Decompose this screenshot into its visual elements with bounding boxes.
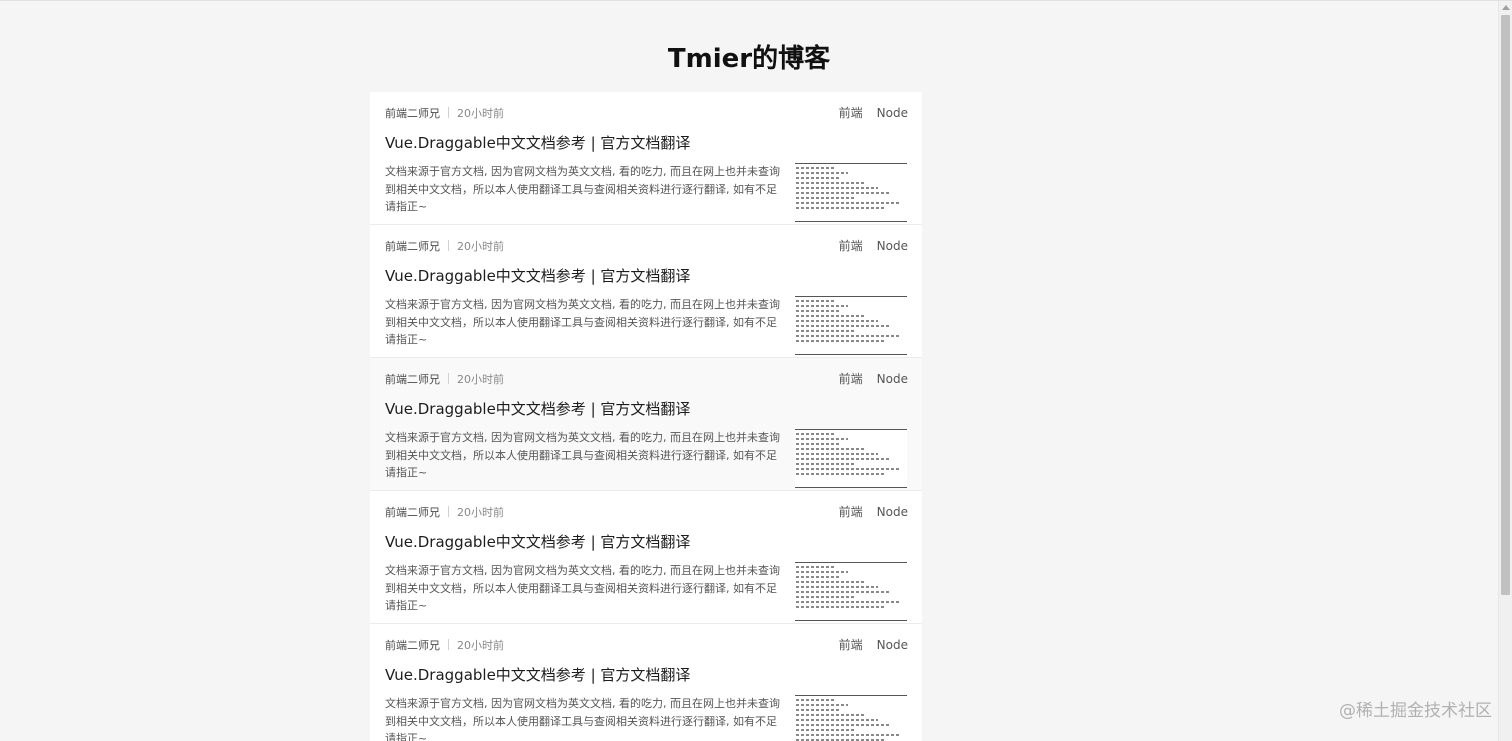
article-title[interactable]: Vue.Draggable中文文档参考 | 官方文档翻译: [385, 665, 690, 685]
article-item[interactable]: 前端二师兄 20小时前 前端 Node Vue.Draggable中文文档参考 | …: [370, 624, 922, 741]
article-author[interactable]: 前端二师兄: [385, 639, 440, 652]
article-time: 20小时前: [457, 107, 504, 120]
article-author[interactable]: 前端二师兄: [385, 506, 440, 519]
blog-title: Tmier的博客: [667, 44, 831, 74]
article-meta: 前端二师兄 20小时前: [385, 372, 504, 388]
scroll-up-arrow-icon[interactable]: [1502, 5, 1510, 10]
article-excerpt: 文档来源于官方文档, 因为官网文档为英文文档, 看的吃力, 而且在网上也并未查询…: [385, 564, 780, 612]
watermark: @稀土掘金技术社区: [1339, 701, 1492, 721]
meta-divider: [448, 373, 449, 384]
article-tags: 前端 Node: [825, 637, 908, 653]
meta-divider: [448, 240, 449, 251]
article-tag[interactable]: 前端: [839, 372, 863, 386]
meta-divider: [448, 506, 449, 517]
article-title[interactable]: Vue.Draggable中文文档参考 | 官方文档翻译: [385, 266, 690, 286]
article-tag[interactable]: 前端: [839, 106, 863, 120]
article-title[interactable]: Vue.Draggable中文文档参考 | 官方文档翻译: [385, 133, 690, 153]
article-excerpt: 文档来源于官方文档, 因为官网文档为英文文档, 看的吃力, 而且在网上也并未查询…: [385, 431, 780, 479]
article-list: 前端二师兄 20小时前 前端 Node Vue.Draggable中文文档参考 | …: [370, 92, 922, 741]
article-tag[interactable]: 前端: [839, 638, 863, 652]
article-excerpt: 文档来源于官方文档, 因为官网文档为英文文档, 看的吃力, 而且在网上也并未查询…: [385, 298, 780, 346]
article-tags: 前端 Node: [825, 238, 908, 254]
article-author[interactable]: 前端二师兄: [385, 373, 440, 386]
article-tag[interactable]: Node: [877, 505, 908, 519]
article-tag[interactable]: Node: [877, 638, 908, 652]
article-meta: 前端二师兄 20小时前: [385, 239, 504, 255]
article-title[interactable]: Vue.Draggable中文文档参考 | 官方文档翻译: [385, 532, 690, 552]
article-tags: 前端 Node: [825, 504, 908, 520]
article-excerpt: 文档来源于官方文档, 因为官网文档为英文文档, 看的吃力, 而且在网上也并未查询…: [385, 697, 780, 741]
article-item[interactable]: 前端二师兄 20小时前 前端 Node Vue.Draggable中文文档参考 | …: [370, 225, 922, 358]
blog-page: Tmier的博客 前端二师兄 20小时前 前端 Node Vue.Draggable…: [0, 0, 1512, 741]
article-thumbnail[interactable]: [795, 562, 907, 621]
article-excerpt: 文档来源于官方文档, 因为官网文档为英文文档, 看的吃力, 而且在网上也并未查询…: [385, 165, 780, 213]
article-meta: 前端二师兄 20小时前: [385, 106, 504, 122]
meta-divider: [448, 639, 449, 650]
article-thumbnail[interactable]: [795, 296, 907, 355]
article-author[interactable]: 前端二师兄: [385, 107, 440, 120]
article-title[interactable]: Vue.Draggable中文文档参考 | 官方文档翻译: [385, 399, 690, 419]
article-thumbnail[interactable]: [795, 429, 907, 488]
article-tag[interactable]: Node: [877, 372, 908, 386]
article-tags: 前端 Node: [825, 105, 908, 121]
article-meta: 前端二师兄 20小时前: [385, 505, 504, 521]
article-tags: 前端 Node: [825, 371, 908, 387]
article-thumbnail[interactable]: [795, 163, 907, 222]
scrollbar-thumb[interactable]: [1501, 15, 1510, 595]
article-item[interactable]: 前端二师兄 20小时前 前端 Node Vue.Draggable中文文档参考 | …: [370, 92, 922, 225]
article-thumbnail[interactable]: [795, 695, 907, 741]
article-item[interactable]: 前端二师兄 20小时前 前端 Node Vue.Draggable中文文档参考 | …: [370, 358, 922, 491]
article-tag[interactable]: Node: [877, 239, 908, 253]
article-meta: 前端二师兄 20小时前: [385, 638, 504, 654]
article-tag[interactable]: 前端: [839, 505, 863, 519]
article-item[interactable]: 前端二师兄 20小时前 前端 Node Vue.Draggable中文文档参考 | …: [370, 491, 922, 624]
article-time: 20小时前: [457, 240, 504, 253]
article-author[interactable]: 前端二师兄: [385, 240, 440, 253]
article-time: 20小时前: [457, 506, 504, 519]
article-tag[interactable]: Node: [877, 106, 908, 120]
article-tag[interactable]: 前端: [839, 239, 863, 253]
meta-divider: [448, 107, 449, 118]
vertical-scrollbar[interactable]: [1498, 1, 1512, 741]
article-time: 20小时前: [457, 373, 504, 386]
article-time: 20小时前: [457, 639, 504, 652]
